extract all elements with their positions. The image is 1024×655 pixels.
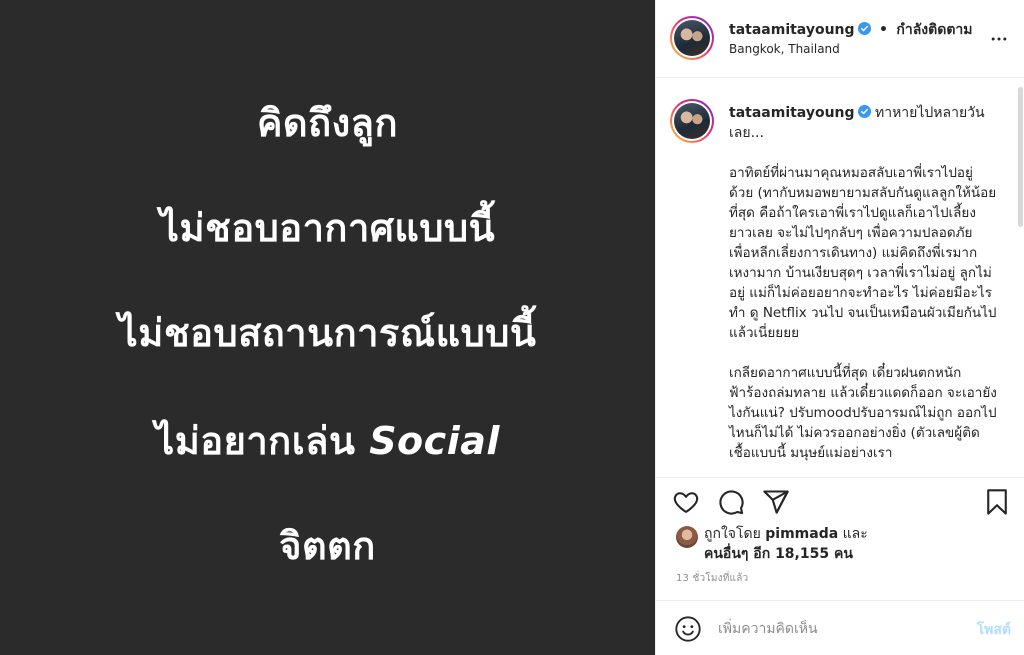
follow-status-button[interactable]: กำลังติดตาม [896, 22, 972, 38]
likes-conjunction: และ [842, 526, 868, 542]
likes-prefix: ถูกใจโดย [704, 526, 761, 542]
likes-others-link[interactable]: คนอื่นๆ อีก 18,155 คน [704, 543, 853, 565]
location-link[interactable]: Bangkok, Thailand [729, 42, 840, 56]
avatar[interactable] [670, 16, 714, 60]
caption-body: อาทิตย์ที่ผ่านมาคุณหมอสลับเอาพี่เราไปอยู… [729, 163, 997, 477]
image-text-line-2: ไม่ชอบอากาศแบบนี้ [159, 206, 496, 250]
liker-avatar[interactable] [676, 526, 698, 548]
image-text-social: Social [369, 419, 500, 463]
caption-avatar[interactable] [670, 99, 714, 143]
image-text-line-4: ไม่อยากเล่น Social [0, 410, 655, 471]
caption-paragraph-1: อาทิตย์ที่ผ่านมาคุณหมอสลับเอาพี่เราไปอยู… [729, 165, 997, 341]
comment-box: โพสต์ [656, 600, 1024, 655]
post-image[interactable]: คิดถึงลูก ไม่ชอบอากาศแบบนี้ ไม่ชอบสถานกา… [0, 0, 655, 655]
follow-separator: • [878, 22, 888, 38]
comment-input[interactable] [718, 617, 938, 641]
image-text-line-4-thai: ไม่อยากเล่น [155, 419, 356, 463]
image-text-line-1: คิดถึงลูก [257, 101, 398, 145]
caption-heading: tataamitayoung ทาหายไปหลายวันเลย... [729, 103, 1009, 143]
comment-icon[interactable] [717, 488, 745, 516]
header-user-line: tataamitayoung • กำลังติดตาม [729, 19, 973, 41]
caption-username[interactable]: tataamitayoung [729, 105, 855, 121]
share-icon[interactable] [762, 488, 790, 516]
post-timestamp[interactable]: 13 ชั่วโมงที่แล้ว [676, 571, 748, 586]
post-comment-button[interactable]: โพสต์ [977, 619, 1011, 641]
liker-username[interactable]: pimmada [765, 526, 838, 542]
caption-area[interactable]: tataamitayoung ทาหายไปหลายวันเลย... อาทิ… [656, 79, 1024, 477]
more-options-icon[interactable] [989, 29, 1009, 49]
action-bar [656, 477, 1024, 527]
heart-icon[interactable] [672, 488, 700, 516]
post-side-panel: tataamitayoung • กำลังติดตาม Bangkok, Th… [655, 0, 1024, 655]
image-text-line-3: ไม่ชอบสถานการณ์แบบนี้ [118, 311, 537, 355]
header-username[interactable]: tataamitayoung [729, 22, 855, 38]
verified-badge-icon [857, 105, 871, 118]
post-header: tataamitayoung • กำลังติดตาม Bangkok, Th… [656, 0, 1024, 78]
caption-scrollbar[interactable] [1018, 87, 1023, 227]
likes-line-1: ถูกใจโดย pimmada และ [704, 523, 868, 545]
verified-badge-icon [857, 22, 871, 35]
caption-paragraph-2: เกลียดอากาศแบบนี้ที่สุด เดี๋ยวฝนตกหนักฟ้… [729, 365, 997, 461]
image-text-line-5: จิตตก [279, 524, 376, 568]
emoji-icon[interactable] [674, 615, 702, 643]
bookmark-icon[interactable] [983, 488, 1011, 516]
